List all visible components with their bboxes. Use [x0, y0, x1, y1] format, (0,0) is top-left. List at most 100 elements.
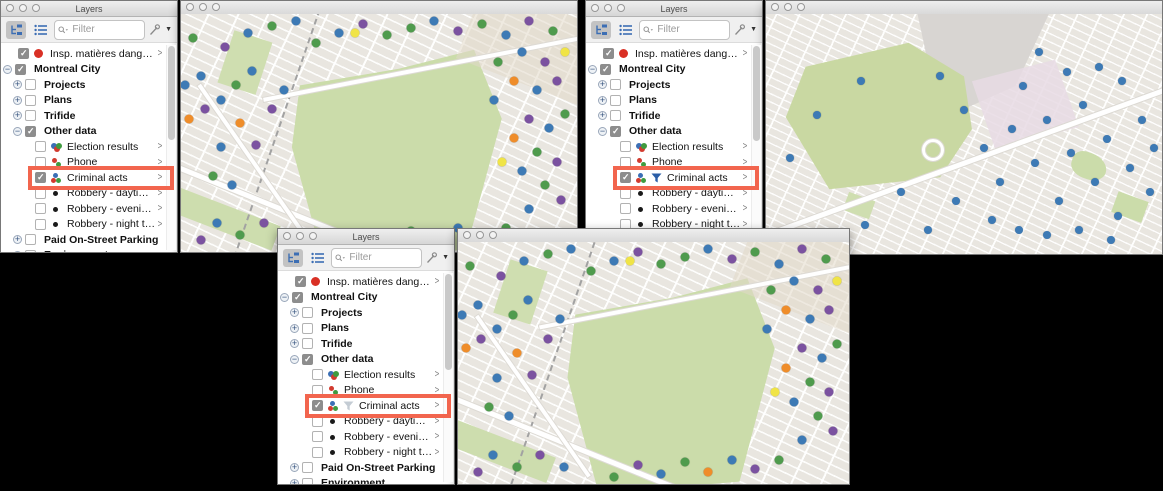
- layer-row[interactable]: Criminal acts >: [1, 165, 177, 190]
- expand-icon[interactable]: +: [13, 250, 22, 252]
- layer-row[interactable]: Insp. matières dangere...>: [278, 274, 454, 290]
- layer-row[interactable]: + Paid On-Street Parking: [278, 460, 454, 476]
- filter-field[interactable]: [54, 19, 146, 40]
- close-button[interactable]: [591, 4, 599, 12]
- tree-view-button[interactable]: [591, 20, 611, 39]
- toolbar-dropdown-caret[interactable]: ▼: [750, 26, 757, 33]
- expand-icon[interactable]: +: [13, 111, 22, 121]
- minimize-button[interactable]: [784, 3, 792, 11]
- layer-row[interactable]: Phone >: [278, 383, 454, 399]
- collapse-icon[interactable]: −: [588, 64, 597, 74]
- layer-visibility-checkbox[interactable]: [312, 384, 323, 396]
- scrollbar[interactable]: [166, 45, 176, 250]
- layer-visibility-checkbox[interactable]: [302, 462, 313, 474]
- expand-icon[interactable]: +: [290, 339, 299, 349]
- layer-visibility-checkbox[interactable]: [620, 172, 631, 184]
- layer-visibility-checkbox[interactable]: [312, 446, 323, 458]
- layer-row[interactable]: + Trifide: [278, 336, 454, 352]
- map-titlebar[interactable]: [458, 229, 849, 243]
- chevron-right-icon[interactable]: >: [743, 48, 748, 59]
- layer-row[interactable]: Robbery - evening ... >: [586, 201, 762, 217]
- chevron-right-icon[interactable]: >: [435, 416, 440, 427]
- toolbar-dropdown-caret[interactable]: ▼: [165, 26, 172, 33]
- chevron-right-icon[interactable]: >: [158, 48, 163, 59]
- layer-visibility-checkbox[interactable]: [35, 218, 46, 230]
- scrollbar-thumb[interactable]: [168, 46, 175, 141]
- filter-input[interactable]: [347, 251, 419, 264]
- layer-row[interactable]: Election results >: [586, 139, 762, 155]
- map-titlebar[interactable]: [766, 1, 1162, 15]
- minimize-button[interactable]: [296, 232, 304, 240]
- chevron-right-icon[interactable]: >: [158, 219, 163, 230]
- list-view-button[interactable]: [615, 21, 635, 39]
- layer-visibility-checkbox[interactable]: [610, 125, 621, 137]
- layer-row[interactable]: + Trifide: [1, 108, 177, 124]
- chevron-right-icon[interactable]: >: [158, 141, 163, 152]
- map-canvas[interactable]: [181, 14, 577, 252]
- layer-row[interactable]: − Montreal City: [278, 290, 454, 306]
- layer-visibility-checkbox[interactable]: [312, 369, 323, 381]
- layer-visibility-checkbox[interactable]: [25, 79, 36, 91]
- collapse-icon[interactable]: −: [280, 292, 289, 302]
- layer-visibility-checkbox[interactable]: [25, 249, 36, 252]
- layer-visibility-checkbox[interactable]: [35, 172, 46, 184]
- chevron-right-icon[interactable]: >: [743, 188, 748, 199]
- layer-row[interactable]: − Other data: [1, 124, 177, 140]
- filter-field[interactable]: [639, 19, 731, 40]
- layer-row[interactable]: Robbery - night tim... >: [1, 217, 177, 233]
- panel-titlebar[interactable]: Layers: [278, 229, 454, 245]
- close-button[interactable]: [186, 3, 194, 11]
- chevron-right-icon[interactable]: >: [158, 203, 163, 214]
- chevron-right-icon[interactable]: >: [743, 203, 748, 214]
- expand-icon[interactable]: +: [290, 478, 299, 484]
- layer-visibility-checkbox[interactable]: [620, 187, 631, 199]
- layer-row[interactable]: Robbery - daytime ... >: [278, 414, 454, 430]
- chevron-right-icon[interactable]: >: [158, 188, 163, 199]
- close-button[interactable]: [771, 3, 779, 11]
- layer-visibility-checkbox[interactable]: [25, 125, 36, 137]
- close-button[interactable]: [463, 231, 471, 239]
- layer-row[interactable]: Election results >: [1, 139, 177, 155]
- chevron-right-icon[interactable]: >: [158, 157, 163, 168]
- layer-visibility-checkbox[interactable]: [620, 156, 631, 168]
- layer-visibility-checkbox[interactable]: [292, 291, 303, 303]
- layer-row[interactable]: + Projects: [586, 77, 762, 93]
- layer-row[interactable]: + Plans: [278, 321, 454, 337]
- layer-row[interactable]: Robbery - daytime ... >: [1, 186, 177, 202]
- chevron-right-icon[interactable]: >: [743, 172, 748, 183]
- layer-row[interactable]: + Environment: [1, 248, 177, 252]
- layer-row[interactable]: Insp. matières dangere...>: [586, 46, 762, 62]
- layer-visibility-checkbox[interactable]: [18, 48, 29, 60]
- layer-visibility-checkbox[interactable]: [312, 415, 323, 427]
- layer-visibility-checkbox[interactable]: [610, 110, 621, 122]
- pin-icon[interactable]: [149, 23, 161, 36]
- layer-visibility-checkbox[interactable]: [302, 307, 313, 319]
- layer-visibility-checkbox[interactable]: [25, 234, 36, 246]
- layer-visibility-checkbox[interactable]: [302, 322, 313, 334]
- scrollbar[interactable]: [443, 273, 453, 482]
- layer-visibility-checkbox[interactable]: [312, 431, 323, 443]
- layer-row[interactable]: − Montreal City: [586, 62, 762, 78]
- scrollbar-thumb[interactable]: [753, 46, 760, 142]
- chevron-right-icon[interactable]: >: [435, 385, 440, 396]
- chevron-right-icon[interactable]: >: [435, 431, 440, 442]
- layer-row[interactable]: + Projects: [278, 305, 454, 321]
- layer-visibility-checkbox[interactable]: [600, 63, 611, 75]
- layer-visibility-checkbox[interactable]: [35, 187, 46, 199]
- expand-icon[interactable]: +: [13, 235, 22, 245]
- layer-visibility-checkbox[interactable]: [312, 400, 323, 412]
- filter-funnel-icon[interactable]: [343, 401, 354, 411]
- expand-icon[interactable]: +: [13, 80, 22, 90]
- minimize-button[interactable]: [19, 4, 27, 12]
- close-button[interactable]: [6, 4, 14, 12]
- layer-row[interactable]: + Plans: [1, 93, 177, 109]
- layer-row[interactable]: + Trifide: [586, 108, 762, 124]
- minimize-button[interactable]: [604, 4, 612, 12]
- panel-titlebar[interactable]: Layers: [586, 1, 762, 17]
- layer-row[interactable]: + Environment: [278, 476, 454, 484]
- layer-row[interactable]: Phone >: [586, 155, 762, 171]
- expand-icon[interactable]: +: [598, 95, 607, 105]
- zoom-button[interactable]: [797, 3, 805, 11]
- layer-row[interactable]: − Montreal City: [1, 62, 177, 78]
- layer-visibility-checkbox[interactable]: [295, 276, 306, 288]
